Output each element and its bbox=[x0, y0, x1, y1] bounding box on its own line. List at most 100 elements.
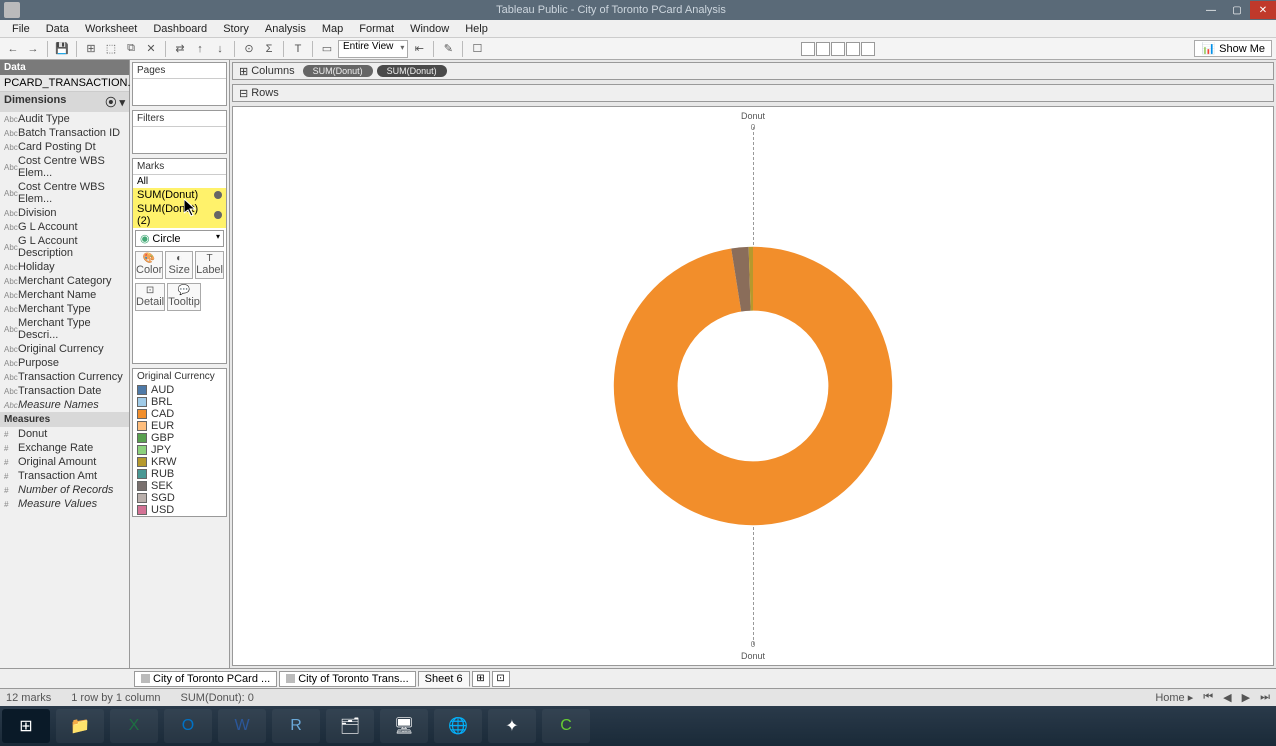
data-source[interactable]: PCARD_TRANSACTION... bbox=[0, 75, 129, 92]
view-cards-icon[interactable] bbox=[801, 42, 815, 56]
view-cards-icon[interactable] bbox=[861, 42, 875, 56]
dimension-field[interactable]: AbcG L Account bbox=[0, 220, 129, 234]
menu-story[interactable]: Story bbox=[215, 23, 257, 35]
menu-worksheet[interactable]: Worksheet bbox=[77, 23, 145, 35]
legend-item[interactable]: RUB bbox=[133, 468, 226, 480]
pages-shelf[interactable]: Pages bbox=[132, 62, 227, 106]
marks-all[interactable]: All bbox=[133, 175, 226, 188]
nav-prev-icon[interactable]: ◀ bbox=[1223, 691, 1231, 704]
new-worksheet-tab[interactable]: ⊞ bbox=[472, 671, 490, 687]
dimension-field[interactable]: AbcAudit Type bbox=[0, 112, 129, 126]
menu-data[interactable]: Data bbox=[38, 23, 77, 35]
color-button[interactable]: 🎨Color bbox=[135, 251, 163, 279]
measure-field[interactable]: #Measure Values bbox=[0, 497, 129, 511]
measure-field[interactable]: #Number of Records bbox=[0, 483, 129, 497]
dimension-field[interactable]: AbcMerchant Type bbox=[0, 302, 129, 316]
sheet-tab[interactable]: City of Toronto Trans... bbox=[279, 671, 415, 687]
measure-field[interactable]: #Original Amount bbox=[0, 455, 129, 469]
legend-item[interactable]: USD bbox=[133, 504, 226, 516]
column-pill[interactable]: SUM(Donut) bbox=[377, 65, 447, 77]
app-icon[interactable]: 🗂 bbox=[326, 709, 374, 743]
new-dashboard-tab[interactable]: ⊡ bbox=[492, 671, 510, 687]
view-cards-icon[interactable] bbox=[831, 42, 845, 56]
sheet-tab[interactable]: City of Toronto PCard ... bbox=[134, 671, 277, 687]
detail-button[interactable]: ⊡Detail bbox=[135, 283, 165, 311]
redo-button[interactable]: → bbox=[24, 40, 42, 58]
legend-item[interactable]: SGD bbox=[133, 492, 226, 504]
legend-item[interactable]: SEK bbox=[133, 480, 226, 492]
connect-button[interactable]: ⊞ bbox=[82, 40, 100, 58]
excel-icon[interactable]: X bbox=[110, 709, 158, 743]
status-user[interactable]: Home ▸ bbox=[1155, 691, 1193, 704]
save-button[interactable]: 💾 bbox=[53, 40, 71, 58]
dimension-field[interactable]: AbcTransaction Currency bbox=[0, 370, 129, 384]
dimension-field[interactable]: AbcPurpose bbox=[0, 356, 129, 370]
presentation-button[interactable]: ▭ bbox=[318, 40, 336, 58]
outlook-icon[interactable]: O bbox=[164, 709, 212, 743]
minimize-button[interactable]: — bbox=[1198, 1, 1224, 19]
dimension-field[interactable]: AbcCost Centre WBS Elem... bbox=[0, 180, 129, 206]
undo-button[interactable]: ← bbox=[4, 40, 22, 58]
view-cards-icon[interactable] bbox=[816, 42, 830, 56]
close-button[interactable]: ✕ bbox=[1250, 1, 1276, 19]
dimension-field[interactable]: AbcMeasure Names bbox=[0, 398, 129, 412]
dimension-field[interactable]: AbcTransaction Date bbox=[0, 384, 129, 398]
dimension-field[interactable]: AbcCost Centre WBS Elem... bbox=[0, 154, 129, 180]
word-icon[interactable]: W bbox=[218, 709, 266, 743]
dimension-field[interactable]: AbcCard Posting Dt bbox=[0, 140, 129, 154]
group-button[interactable]: ⊙ bbox=[240, 40, 258, 58]
menu-map[interactable]: Map bbox=[314, 23, 351, 35]
highlight-button[interactable]: ✎ bbox=[439, 40, 457, 58]
nav-first-icon[interactable]: ⏮ bbox=[1203, 691, 1213, 704]
view-cards-icon[interactable] bbox=[846, 42, 860, 56]
app-icon[interactable]: R bbox=[272, 709, 320, 743]
label-button[interactable]: TLabel bbox=[195, 251, 224, 279]
dimension-field[interactable]: AbcOriginal Currency bbox=[0, 342, 129, 356]
measure-field[interactable]: #Donut bbox=[0, 427, 129, 441]
marks-layer-1[interactable]: SUM(Donut) bbox=[133, 188, 226, 202]
format-button[interactable]: ☐ bbox=[468, 40, 486, 58]
legend-item[interactable]: EUR bbox=[133, 420, 226, 432]
mark-type-selector[interactable]: ◉ Circle bbox=[135, 230, 224, 247]
dimension-field[interactable]: AbcHoliday bbox=[0, 260, 129, 274]
duplicate-button[interactable]: ⧉ bbox=[122, 40, 140, 58]
clear-button[interactable]: ✕ bbox=[142, 40, 160, 58]
dimension-field[interactable]: AbcMerchant Name bbox=[0, 288, 129, 302]
tooltip-button[interactable]: 💬Tooltip bbox=[167, 283, 201, 311]
app-icon[interactable]: 🖥 bbox=[380, 709, 428, 743]
totals-button[interactable]: Σ bbox=[260, 40, 278, 58]
swap-button[interactable]: ⇄ bbox=[171, 40, 189, 58]
camtasia-icon[interactable]: C bbox=[542, 709, 590, 743]
legend-item[interactable]: KRW bbox=[133, 456, 226, 468]
menu-analysis[interactable]: Analysis bbox=[257, 23, 314, 35]
columns-shelf[interactable]: ⊞Columns SUM(Donut) SUM(Donut) bbox=[232, 62, 1274, 80]
menu-window[interactable]: Window bbox=[402, 23, 457, 35]
nav-next-icon[interactable]: ▶ bbox=[1242, 691, 1250, 704]
fit-selector[interactable]: Entire View bbox=[338, 40, 408, 58]
measure-field[interactable]: #Exchange Rate bbox=[0, 441, 129, 455]
legend-item[interactable]: BRL bbox=[133, 396, 226, 408]
column-pill[interactable]: SUM(Donut) bbox=[303, 65, 373, 77]
filters-shelf[interactable]: Filters bbox=[132, 110, 227, 154]
sheet-tab-active[interactable]: Sheet 6 bbox=[418, 671, 470, 687]
menu-file[interactable]: File bbox=[4, 23, 38, 35]
legend-item[interactable]: GBP bbox=[133, 432, 226, 444]
marks-layer-2[interactable]: SUM(Donut) (2) bbox=[133, 202, 226, 228]
tableau-icon[interactable]: ✦ bbox=[488, 709, 536, 743]
fix-axes-button[interactable]: ⇤ bbox=[410, 40, 428, 58]
dimension-field[interactable]: AbcDivision bbox=[0, 206, 129, 220]
nav-last-icon[interactable]: ⏭ bbox=[1260, 691, 1270, 704]
visualization-canvas[interactable]: Donut 0 0 Donut bbox=[232, 106, 1274, 666]
show-me-button[interactable]: 📊 Show Me bbox=[1194, 40, 1272, 57]
dimension-field[interactable]: AbcG L Account Description bbox=[0, 234, 129, 260]
rows-shelf[interactable]: ⊟Rows bbox=[232, 84, 1274, 102]
legend-item[interactable]: AUD bbox=[133, 384, 226, 396]
chrome-icon[interactable]: 🌐 bbox=[434, 709, 482, 743]
sort-desc-button[interactable]: ↓ bbox=[211, 40, 229, 58]
menu-format[interactable]: Format bbox=[351, 23, 402, 35]
dimension-field[interactable]: AbcMerchant Category bbox=[0, 274, 129, 288]
measure-field[interactable]: #Transaction Amt bbox=[0, 469, 129, 483]
dimension-field[interactable]: AbcMerchant Type Descri... bbox=[0, 316, 129, 342]
legend-item[interactable]: JPY bbox=[133, 444, 226, 456]
start-button[interactable]: ⊞ bbox=[2, 709, 50, 743]
